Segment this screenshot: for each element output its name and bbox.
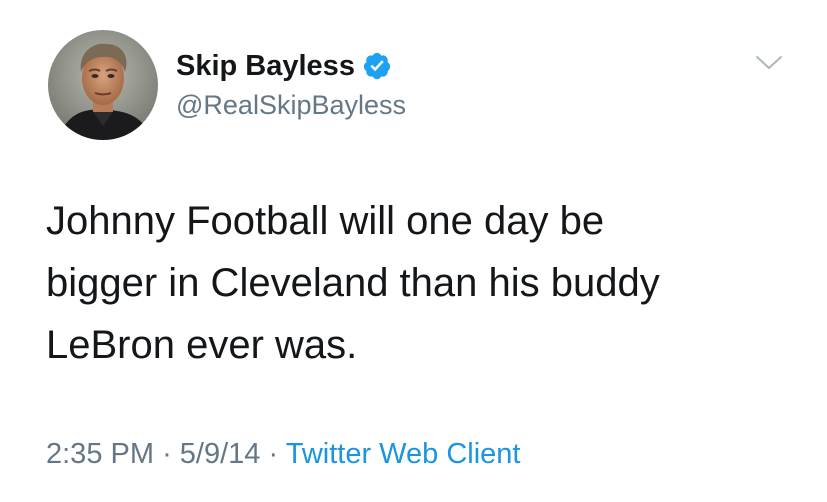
name-row: Skip Bayless xyxy=(176,46,392,86)
avatar[interactable] xyxy=(48,30,158,140)
display-name[interactable]: Skip Bayless xyxy=(176,46,355,86)
tweet-date[interactable]: 5/9/14 xyxy=(180,438,261,470)
separator: · xyxy=(268,438,279,470)
avatar-photo xyxy=(48,30,158,140)
separator: · xyxy=(162,438,172,470)
verified-badge-icon xyxy=(362,51,392,81)
tweet-card: Skip Bayless @RealSkipBayless Johnny Foo… xyxy=(0,0,827,502)
tweet-text: Johnny Football will one day be bigger i… xyxy=(46,190,786,376)
tweet-metadata: 2:35 PM · 5/9/14 · Twitter Web Client xyxy=(46,434,520,474)
tweet-time[interactable]: 2:35 PM xyxy=(46,438,154,470)
tweet-source-link[interactable]: Twitter Web Client xyxy=(286,438,521,470)
tweet-text-line: bigger in Cleveland than his buddy xyxy=(46,261,660,305)
user-handle[interactable]: @RealSkipBayless xyxy=(176,86,406,124)
tweet-text-line: Johnny Football will one day be xyxy=(46,199,605,243)
tweet-text-line: LeBron ever was. xyxy=(46,323,358,367)
chevron-down-icon[interactable] xyxy=(754,52,784,74)
